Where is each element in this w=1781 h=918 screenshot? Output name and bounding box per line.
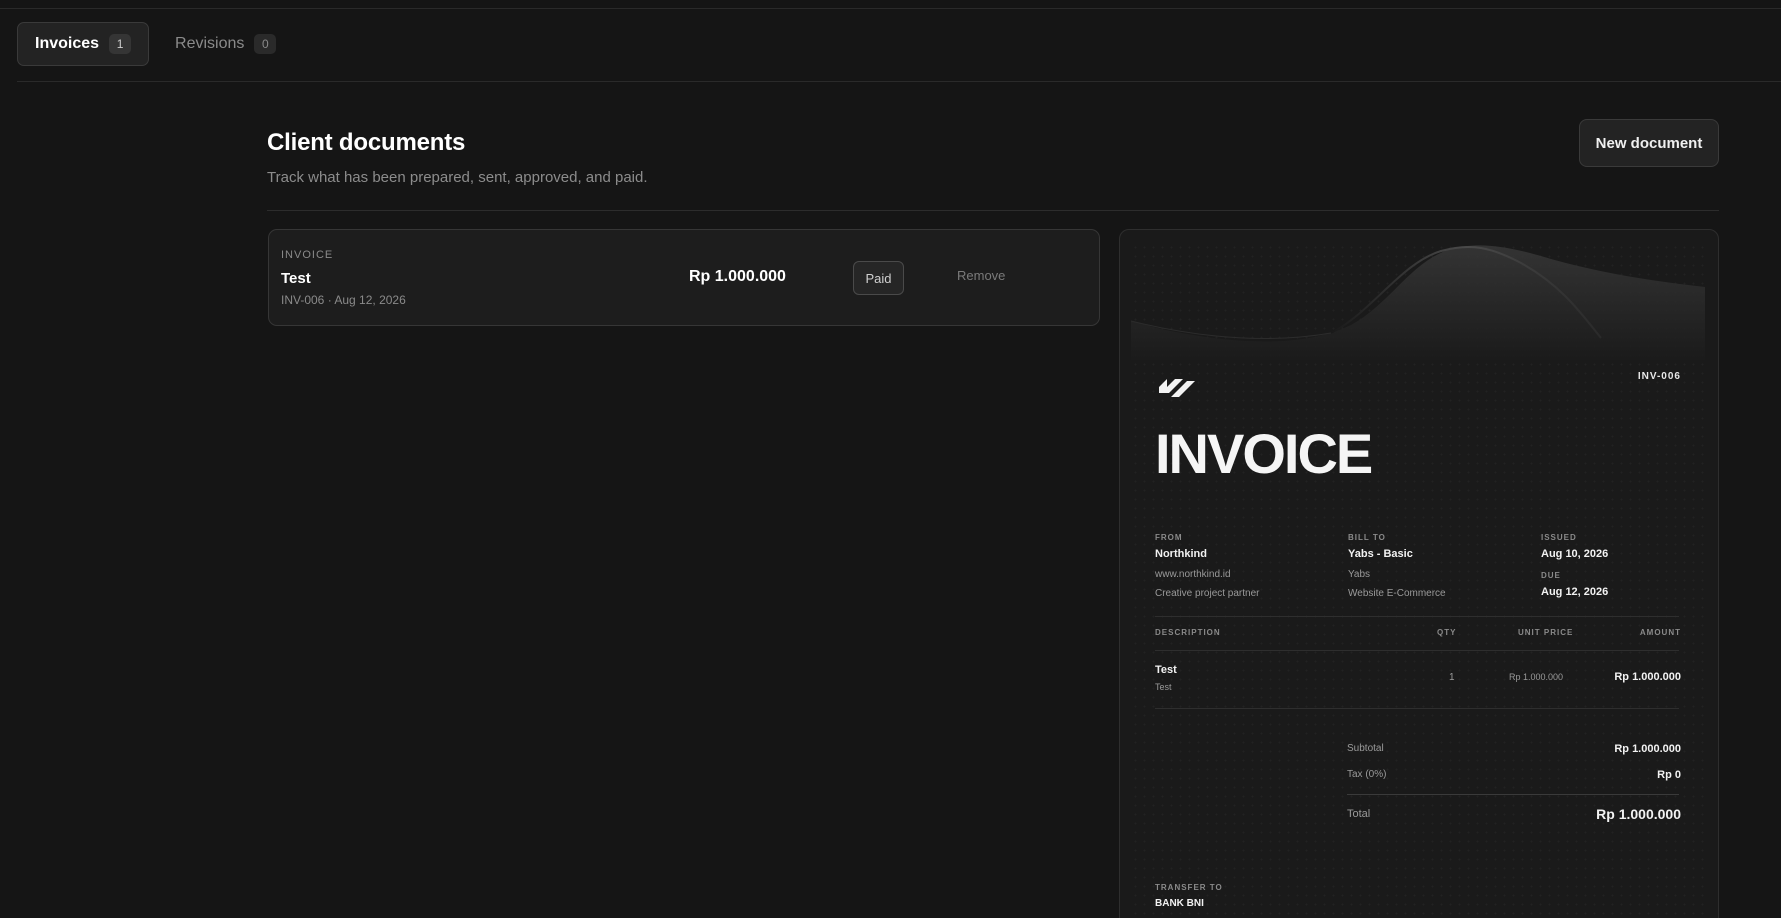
- issued-label: ISSUED: [1541, 533, 1577, 542]
- page-title: Client documents: [267, 129, 466, 156]
- tax-value: Rp 0: [1657, 769, 1681, 781]
- col-description: DESCRIPTION: [1155, 628, 1221, 637]
- due-date: Aug 12, 2026: [1541, 586, 1609, 598]
- bill-to-project: Website E-Commerce: [1348, 588, 1446, 599]
- invoice-preview: INV-006 INVOICE FROM Northkind www.north…: [1119, 229, 1719, 918]
- bill-to-label: BILL TO: [1348, 533, 1386, 542]
- col-qty: QTY: [1437, 628, 1457, 637]
- tax-label: Tax (0%): [1347, 769, 1387, 780]
- transfer-label: TRANSFER TO: [1155, 883, 1223, 892]
- from-tagline: Creative project partner: [1155, 588, 1260, 599]
- invoice-title: INVOICE: [1155, 422, 1373, 485]
- brand-logo-icon: [1159, 379, 1195, 397]
- table-bottom-divider: [1155, 708, 1679, 709]
- from-name: Northkind: [1155, 548, 1207, 560]
- new-document-button[interactable]: New document: [1579, 119, 1719, 167]
- col-unit-price: UNIT PRICE: [1518, 628, 1574, 637]
- bill-to-name: Yabs - Basic: [1348, 548, 1413, 560]
- total-value: Rp 1.000.000: [1596, 806, 1681, 822]
- document-type: INVOICE: [281, 249, 334, 261]
- item-description: Test: [1155, 682, 1172, 692]
- page-subtitle: Track what has been prepared, sent, appr…: [267, 169, 648, 186]
- subtotal-value: Rp 1.000.000: [1614, 743, 1681, 755]
- col-amount: AMOUNT: [1639, 628, 1681, 637]
- document-amount: Rp 1.000.000: [689, 268, 786, 285]
- tab-invoices-label: Invoices: [35, 35, 100, 52]
- document-status-button[interactable]: Paid: [853, 261, 904, 295]
- tab-divider: [17, 81, 1781, 82]
- item-amount: Rp 1.000.000: [1614, 671, 1681, 683]
- table-top-divider: [1155, 616, 1679, 617]
- issued-date: Aug 10, 2026: [1541, 548, 1609, 560]
- invoice-number: INV-006: [1637, 371, 1681, 382]
- item-name: Test: [1155, 664, 1177, 676]
- transfer-bank: BANK BNI: [1155, 898, 1204, 909]
- item-unit-price: Rp 1.000.000: [1509, 672, 1564, 682]
- tab-invoices[interactable]: Invoices 1: [17, 22, 150, 66]
- tab-revisions-label: Revisions: [175, 35, 245, 52]
- item-qty: 1: [1449, 672, 1455, 683]
- tab-invoices-count-badge: 1: [109, 34, 132, 54]
- from-label: FROM: [1155, 533, 1183, 542]
- invoice-paper: INV-006 INVOICE FROM Northkind www.north…: [1131, 243, 1705, 918]
- document-meta: INV-006 · Aug 12, 2026: [281, 293, 406, 307]
- table-header-divider: [1155, 650, 1679, 651]
- document-name: Test: [281, 270, 311, 287]
- bill-to-company: Yabs: [1348, 569, 1371, 580]
- document-card[interactable]: INVOICE Test INV-006 · Aug 12, 2026 Rp 1…: [268, 229, 1100, 326]
- top-divider: [0, 8, 1781, 9]
- tab-bar: Invoices 1 Revisions 0: [17, 22, 277, 66]
- section-divider: [267, 210, 1719, 211]
- from-website: www.northkind.id: [1155, 569, 1231, 580]
- document-remove-button[interactable]: Remove: [957, 268, 1005, 283]
- due-label: DUE: [1541, 571, 1561, 580]
- wave-graphic: [1131, 245, 1705, 363]
- tab-revisions[interactable]: Revisions 0: [175, 22, 277, 66]
- tab-revisions-count-badge: 0: [254, 34, 277, 54]
- total-label: Total: [1347, 808, 1371, 820]
- subtotal-label: Subtotal: [1347, 743, 1384, 754]
- total-divider: [1347, 794, 1679, 795]
